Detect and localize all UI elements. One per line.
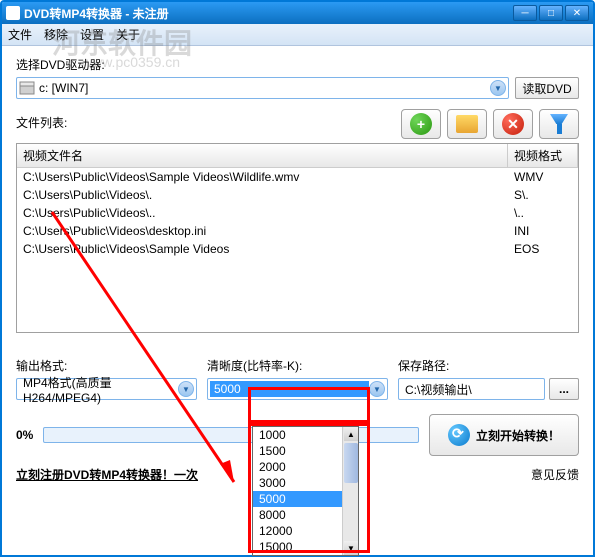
column-filename[interactable]: 视频文件名 (17, 144, 508, 167)
scroll-thumb[interactable] (344, 443, 358, 483)
register-link[interactable]: 立刻注册DVD转MP4转换器！一次 (16, 466, 198, 483)
scrollbar[interactable]: ▲ ▼ (342, 427, 358, 555)
cell-format: WMV (508, 169, 578, 185)
plus-icon: + (410, 113, 432, 135)
output-format-value: MP4格式(高质量H264/MPEG4) (19, 374, 178, 405)
output-format-label: 输出格式: (16, 357, 197, 374)
bitrate-value: 5000 (210, 381, 369, 397)
chevron-down-icon[interactable]: ▼ (369, 381, 385, 397)
convert-button-label: 立刻开始转换！ (476, 427, 560, 444)
table-row[interactable]: C:\Users\Public\Videos\Sample VideosEOS (17, 240, 578, 258)
add-button[interactable]: + (401, 109, 441, 139)
chevron-down-icon[interactable]: ▼ (178, 381, 194, 397)
cell-filename: C:\Users\Public\Videos\Sample Videos\Wil… (17, 169, 508, 185)
read-dvd-button[interactable]: 读取DVD (515, 77, 579, 99)
table-row[interactable]: C:\Users\Public\Videos\desktop.iniINI (17, 222, 578, 240)
output-format-dropdown[interactable]: MP4格式(高质量H264/MPEG4) ▼ (16, 378, 197, 400)
drive-icon (19, 80, 35, 96)
funnel-icon (550, 114, 568, 134)
chevron-down-icon[interactable]: ▼ (490, 80, 506, 96)
delete-icon: ✕ (502, 113, 524, 135)
folder-icon (456, 115, 478, 133)
menubar: 文件 移除 设置 关于 (2, 24, 593, 46)
scroll-up-button[interactable]: ▲ (344, 427, 358, 441)
progress-bar (43, 427, 419, 443)
file-table: 视频文件名 视频格式 C:\Users\Public\Videos\Sample… (16, 143, 579, 333)
progress-percent: 0% (16, 428, 33, 442)
browse-button[interactable]: ... (549, 378, 579, 400)
drive-value: c: [WIN7] (39, 81, 490, 95)
cell-format: INI (508, 223, 578, 239)
cell-filename: C:\Users\Public\Videos\desktop.ini (17, 223, 508, 239)
minimize-button[interactable]: ─ (513, 5, 537, 21)
scroll-down-button[interactable]: ▼ (344, 541, 358, 555)
titlebar: DVD转MP4转换器 - 未注册 ─ □ ✕ (2, 2, 593, 24)
cell-format: \.. (508, 205, 578, 221)
bitrate-dropdown[interactable]: 5000 ▼ (207, 378, 388, 400)
cell-format: EOS (508, 241, 578, 257)
folder-button[interactable] (447, 109, 487, 139)
drive-dropdown[interactable]: c: [WIN7] ▼ (16, 77, 509, 99)
window-title: DVD转MP4转换器 - 未注册 (24, 5, 513, 22)
path-input[interactable]: C:\视频输出\ (398, 378, 545, 400)
menu-about[interactable]: 关于 (116, 26, 140, 43)
path-label: 保存路径: (398, 357, 579, 374)
bitrate-dropdown-list[interactable]: 1000150020003000500080001200015000 ▲ ▼ (252, 426, 359, 556)
convert-button[interactable]: 立刻开始转换！ (429, 414, 579, 456)
table-row[interactable]: C:\Users\Public\Videos\.S\. (17, 186, 578, 204)
drive-label: 选择DVD驱动器: (16, 56, 579, 73)
cell-filename: C:\Users\Public\Videos\Sample Videos (17, 241, 508, 257)
close-button[interactable]: ✕ (565, 5, 589, 21)
cell-filename: C:\Users\Public\Videos\. (17, 187, 508, 203)
path-value: C:\视频输出\ (401, 381, 542, 398)
filelist-label: 文件列表: (16, 114, 67, 131)
menu-settings[interactable]: 设置 (80, 26, 104, 43)
menu-remove[interactable]: 移除 (44, 26, 68, 43)
bitrate-label: 清晰度(比特率-K): (207, 357, 388, 374)
filter-button[interactable] (539, 109, 579, 139)
cell-format: S\. (508, 187, 578, 203)
maximize-button[interactable]: □ (539, 5, 563, 21)
app-icon (6, 6, 20, 20)
column-format[interactable]: 视频格式 (508, 144, 578, 167)
convert-icon (448, 424, 470, 446)
menu-file[interactable]: 文件 (8, 26, 32, 43)
table-row[interactable]: C:\Users\Public\Videos\..\.. (17, 204, 578, 222)
cell-filename: C:\Users\Public\Videos\.. (17, 205, 508, 221)
feedback-link[interactable]: 意见反馈 (531, 466, 579, 483)
delete-button[interactable]: ✕ (493, 109, 533, 139)
table-row[interactable]: C:\Users\Public\Videos\Sample Videos\Wil… (17, 168, 578, 186)
